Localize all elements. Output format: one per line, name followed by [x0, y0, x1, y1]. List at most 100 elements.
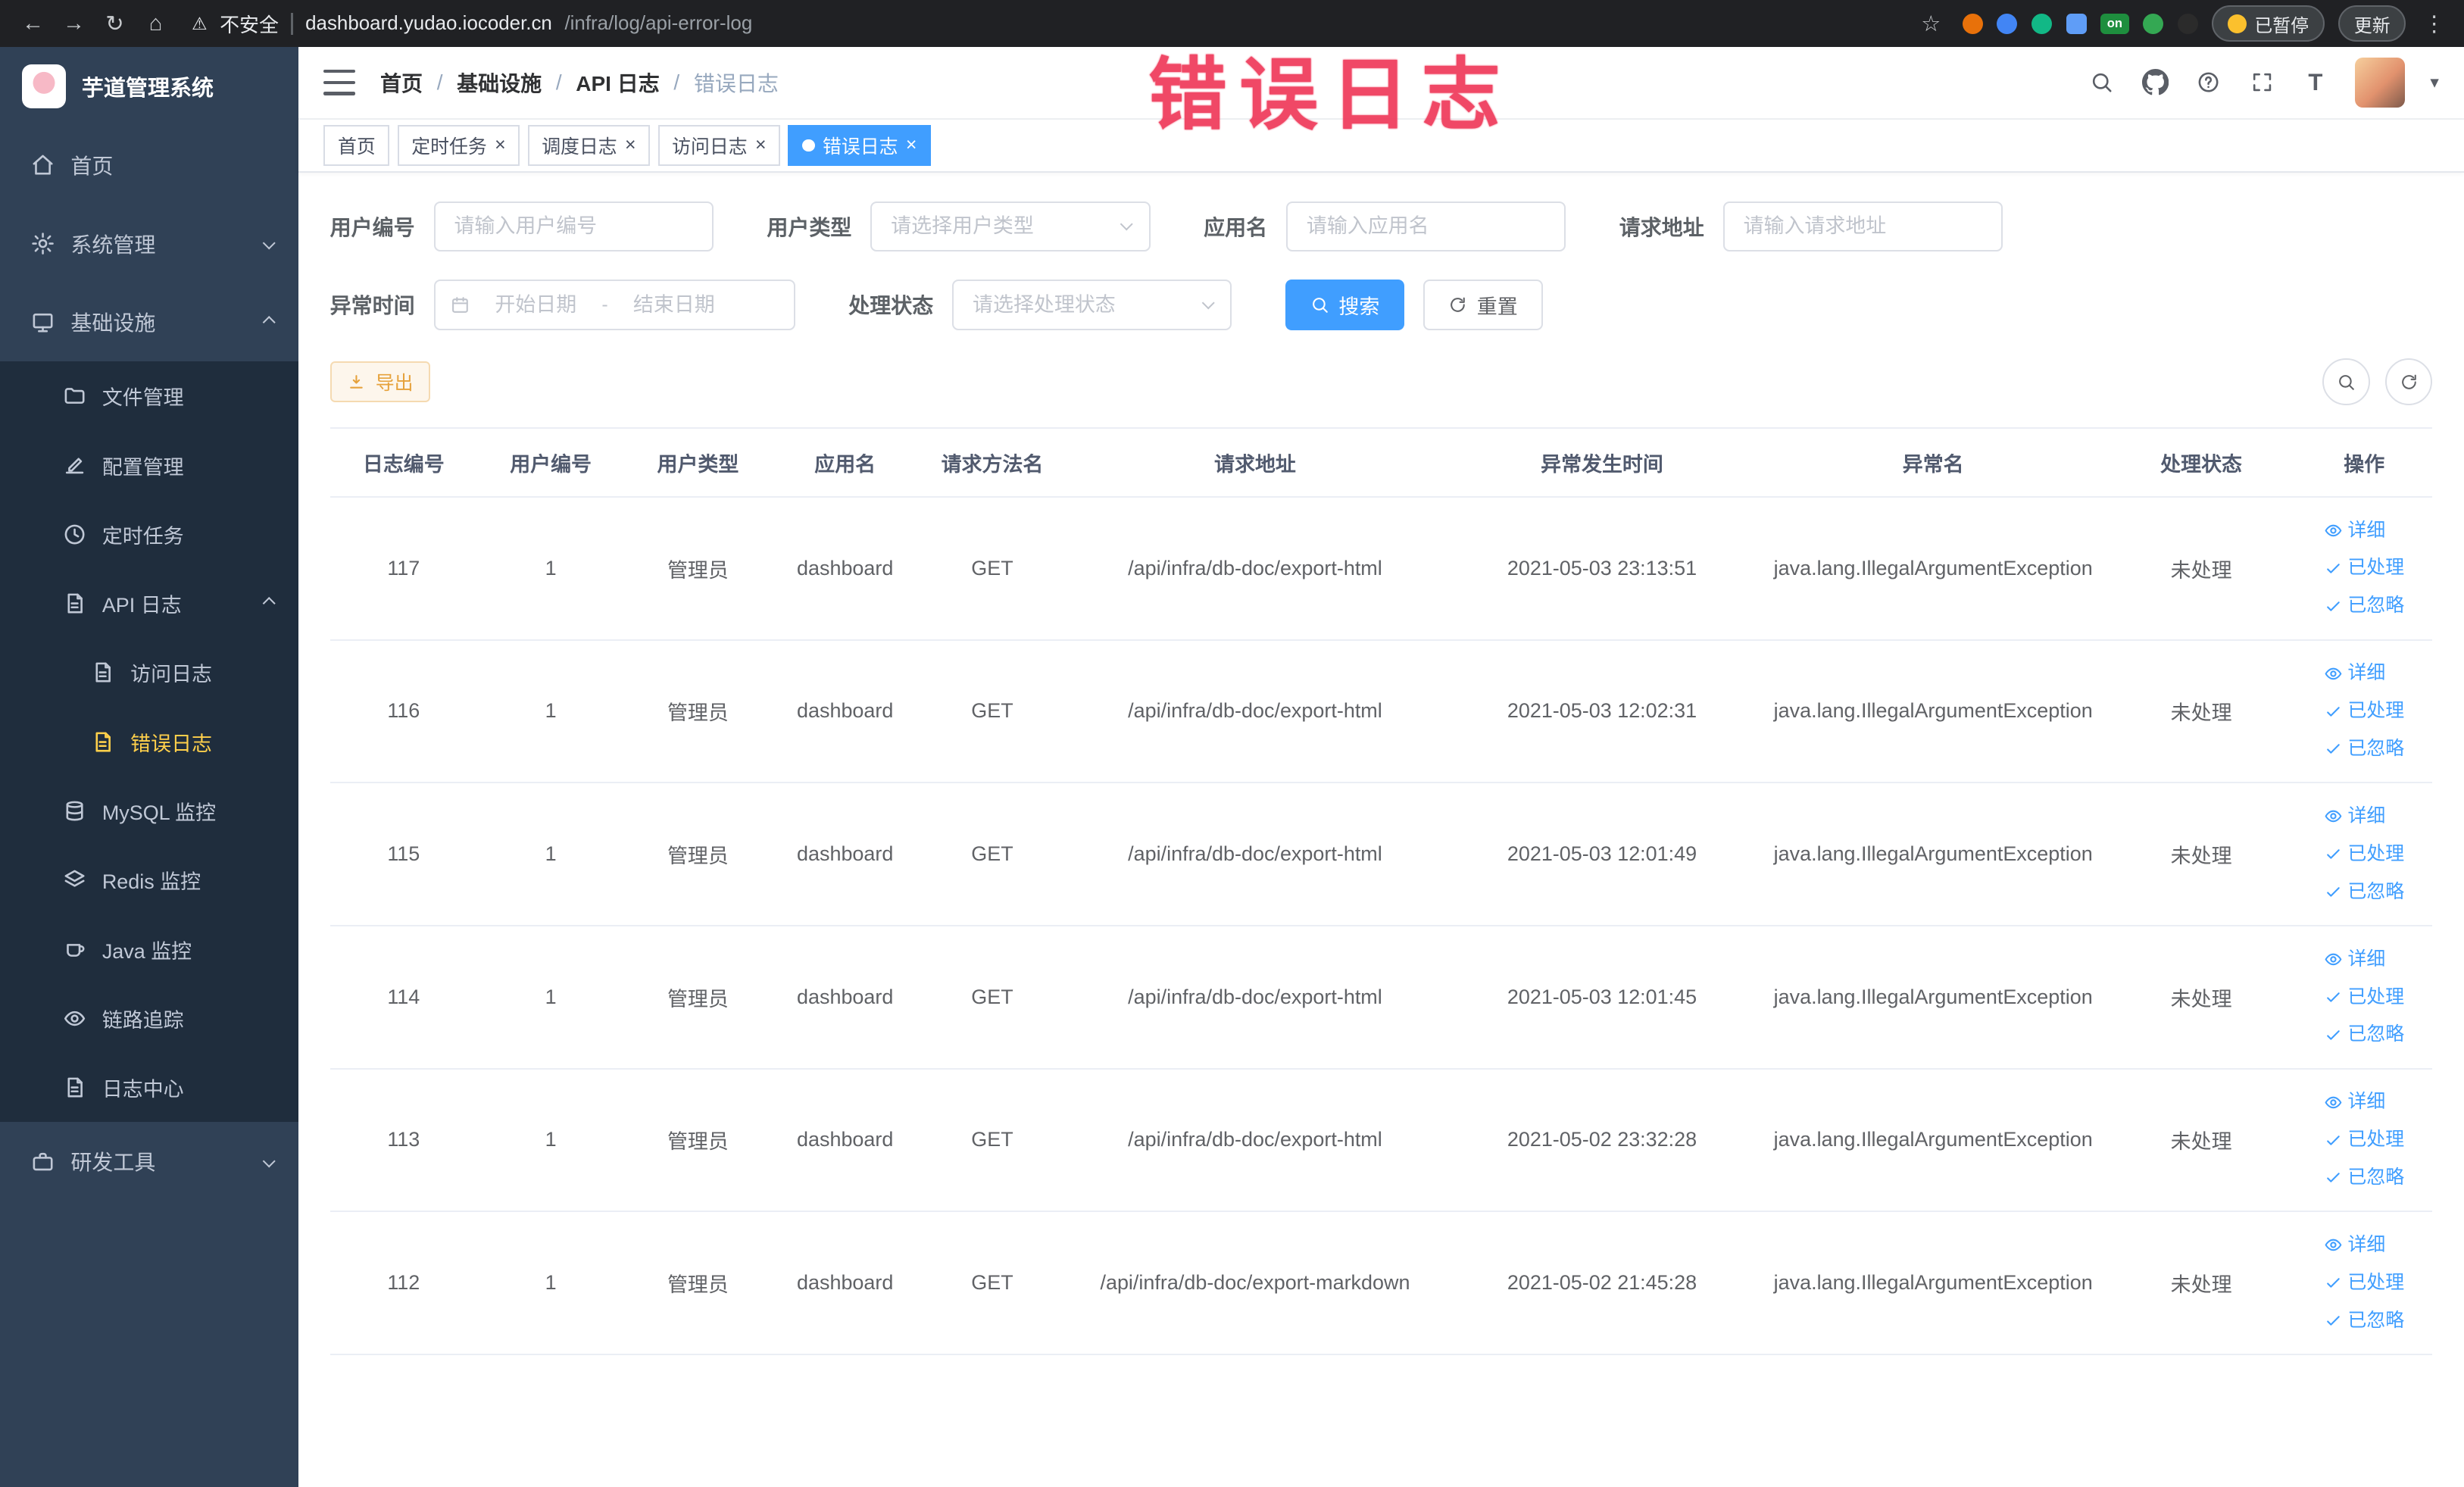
search-icon[interactable] [2088, 68, 2116, 96]
app-name-input[interactable] [1285, 201, 1566, 251]
cell-request-url: /api/infra/db-doc/export-html [1066, 925, 1444, 1070]
sidebar-item-file-manage[interactable]: 文件管理 [0, 361, 298, 430]
sidebar-item-log-center[interactable]: 日志中心 [0, 1053, 298, 1122]
ext-paw-icon[interactable] [2177, 13, 2198, 34]
browser-home-icon[interactable]: ⌂ [139, 6, 173, 41]
tab-label: 定时任务 [411, 136, 487, 158]
paused-badge[interactable]: 已暂停 [2212, 5, 2325, 42]
cell-user-type: 管理员 [624, 783, 772, 926]
tab-close-icon[interactable]: × [755, 136, 767, 155]
url-path[interactable]: /infra/log/api-error-log [564, 13, 752, 35]
user-type-select[interactable] [870, 201, 1151, 251]
breadcrumb-infra[interactable]: 基础设施 [457, 67, 542, 98]
export-button[interactable]: 导出 [329, 361, 431, 402]
chrome-update-button[interactable]: 更新 [2338, 5, 2406, 42]
sidebar-item-dev-tools[interactable]: 研发工具 [0, 1122, 298, 1201]
browser-chrome: ← → ↻ ⌂ ⚠ 不安全 dashboard.yudao.iocoder.cn… [0, 0, 2464, 48]
font-size-icon[interactable]: T [2301, 68, 2329, 96]
browser-forward-icon[interactable]: → [57, 6, 92, 41]
ignore-link[interactable]: 已忽略 [2324, 732, 2404, 767]
refresh-button[interactable] [2385, 358, 2433, 406]
process-link[interactable]: 已处理 [2324, 980, 2404, 1015]
sidebar-item-mysql-monitor[interactable]: MySQL 监控 [0, 776, 298, 845]
process-link[interactable]: 已处理 [2324, 837, 2404, 872]
request-url-input[interactable] [1722, 201, 2003, 251]
breadcrumb-home[interactable]: 首页 [380, 67, 423, 98]
ext-blue-drop-icon[interactable] [1997, 13, 2018, 34]
help-icon[interactable] [2194, 68, 2222, 96]
cell-process-status: 未处理 [2106, 783, 2296, 926]
tab-close-icon[interactable]: × [495, 136, 506, 155]
cell-app-name: dashboard [771, 1068, 919, 1213]
app-logo[interactable]: 芋道管理系统 [0, 47, 298, 126]
ext-blue-grid-icon[interactable] [2066, 13, 2087, 34]
hamburger-icon[interactable] [323, 70, 355, 95]
github-icon[interactable] [2141, 68, 2169, 96]
process-link[interactable]: 已处理 [2324, 551, 2404, 586]
date-start-input[interactable] [479, 292, 592, 317]
process-link[interactable]: 已处理 [2324, 1123, 2404, 1157]
sidebar-item-api-log[interactable]: API 日志 [0, 569, 298, 638]
url-domain[interactable]: dashboard.yudao.iocoder.cn [305, 13, 552, 35]
breadcrumb-api-log[interactable]: API 日志 [576, 67, 659, 98]
sidebar-item-trace[interactable]: 链路追踪 [0, 984, 298, 1053]
ignore-label: 已忽略 [2347, 1309, 2405, 1331]
ignore-link[interactable]: 已忽略 [2324, 1161, 2404, 1195]
avatar-caret-down-icon[interactable]: ▾ [2430, 72, 2438, 92]
detail-link[interactable]: 详细 [2324, 656, 2385, 691]
reset-button[interactable]: 重置 [1423, 280, 1543, 330]
sidebar-item-config-manage[interactable]: 配置管理 [0, 430, 298, 499]
ext-on-badge-icon[interactable]: on [2100, 13, 2129, 34]
sidebar-item-java-monitor[interactable]: Java 监控 [0, 914, 298, 983]
tab-scheduled-job[interactable]: 定时任务 × [397, 124, 520, 166]
toggle-search-button[interactable] [2322, 358, 2370, 406]
address-bar[interactable]: ⚠ 不安全 dashboard.yudao.iocoder.cn/infra/l… [192, 10, 1891, 38]
tab-access-log[interactable]: 访问日志 × [657, 124, 781, 166]
browser-reload-icon[interactable]: ↻ [98, 6, 133, 41]
breadcrumb-separator: / [436, 70, 443, 94]
process-link[interactable]: 已处理 [2324, 694, 2404, 729]
detail-link[interactable]: 详细 [2324, 1228, 2385, 1263]
search-button[interactable]: 搜索 [1285, 280, 1405, 330]
ext-green-circle-icon[interactable] [2031, 13, 2052, 34]
date-end-input[interactable] [617, 292, 731, 317]
sidebar-item-infra[interactable]: 基础设施 [0, 283, 298, 361]
detail-link[interactable]: 详细 [2324, 799, 2385, 834]
tab-home[interactable]: 首页 [323, 124, 390, 166]
browser-menu-icon[interactable]: ⋮ [2420, 11, 2448, 37]
ext-leaf-icon[interactable] [2143, 13, 2164, 34]
cell-actions: 详细 已处理 已忽略 [2296, 925, 2433, 1070]
sidebar-item-redis-monitor[interactable]: Redis 监控 [0, 845, 298, 914]
security-label[interactable]: 不安全 [220, 10, 279, 38]
tab-close-icon[interactable]: × [906, 136, 917, 155]
detail-link[interactable]: 详细 [2324, 1085, 2385, 1120]
cell-method: GET [918, 1211, 1066, 1355]
date-range-picker[interactable]: - [433, 280, 795, 330]
ignore-link[interactable]: 已忽略 [2324, 589, 2404, 623]
sidebar-item-system[interactable]: 系统管理 [0, 205, 298, 283]
detail-link[interactable]: 详细 [2324, 514, 2385, 548]
sidebar-item-access-log[interactable]: 访问日志 [0, 638, 298, 707]
process-link[interactable]: 已处理 [2324, 1266, 2404, 1301]
user-avatar[interactable] [2354, 57, 2406, 108]
ext-orange-icon[interactable] [1962, 13, 1983, 34]
tab-close-icon[interactable]: × [625, 136, 636, 155]
fullscreen-icon[interactable] [2248, 68, 2276, 96]
sidebar-item-home[interactable]: 首页 [0, 126, 298, 205]
tab-schedule-log[interactable]: 调度日志 × [527, 124, 651, 166]
browser-back-icon[interactable]: ← [16, 6, 51, 41]
table-row: 117 1 管理员 dashboard GET /api/infra/db-do… [329, 496, 2433, 641]
detail-link[interactable]: 详细 [2324, 942, 2385, 977]
process-status-select-input[interactable] [952, 280, 1232, 330]
ignore-link[interactable]: 已忽略 [2324, 1017, 2404, 1052]
sidebar-item-scheduled-job[interactable]: 定时任务 [0, 500, 298, 569]
user-id-input[interactable] [433, 201, 714, 251]
ignore-link[interactable]: 已忽略 [2324, 1304, 2404, 1339]
user-type-select-input[interactable] [870, 201, 1151, 251]
bookmark-star-icon[interactable]: ☆ [1913, 6, 1948, 41]
process-status-select[interactable] [952, 280, 1232, 330]
sidebar-item-error-log[interactable]: 错误日志 [0, 708, 298, 776]
paused-label: 已暂停 [2254, 15, 2309, 36]
ignore-link[interactable]: 已忽略 [2324, 875, 2404, 910]
tab-error-log[interactable]: 错误日志 × [788, 124, 931, 166]
